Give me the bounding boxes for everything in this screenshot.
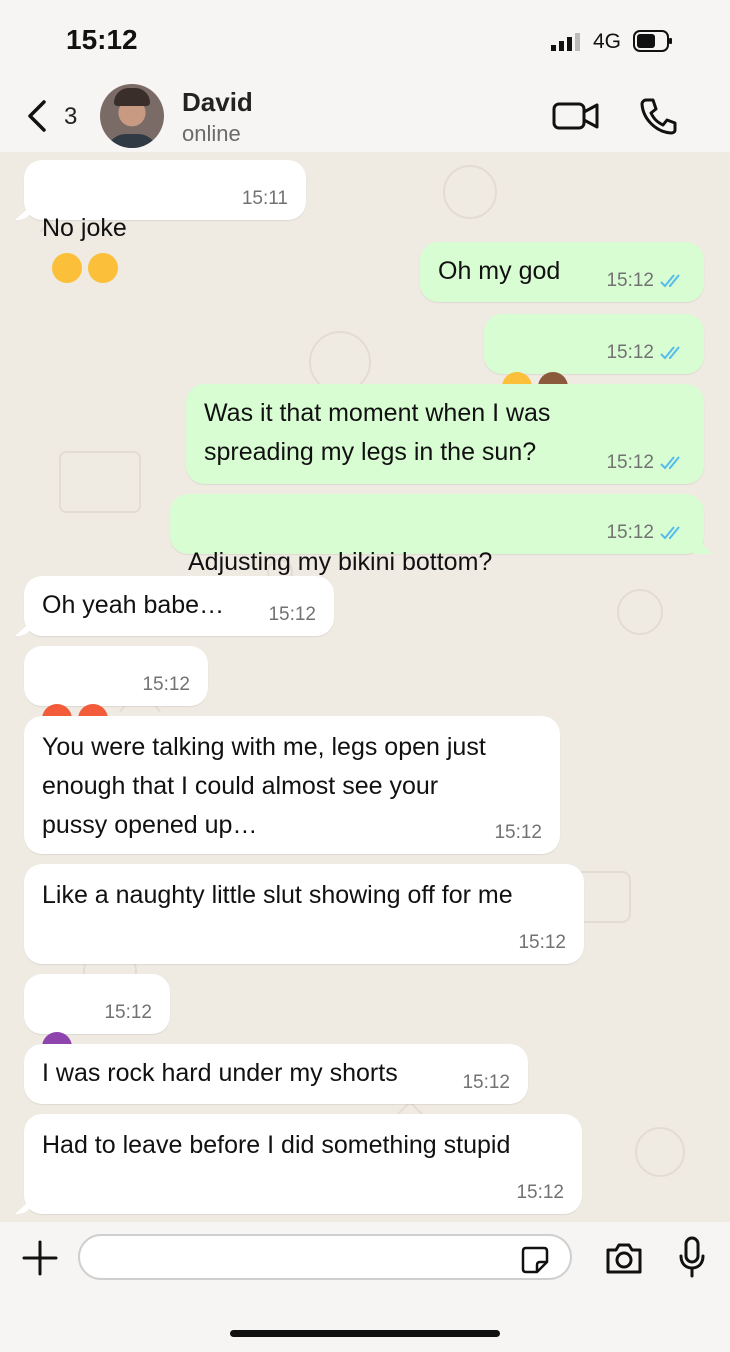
message-time: 15:12 — [268, 604, 316, 625]
message-incoming[interactable]: No joke 15:11 — [24, 160, 306, 284]
message-outgoing[interactable]: Adjusting my bikini bottom? 15:12 — [170, 494, 704, 618]
message-outgoing[interactable]: Was it that moment when I was spreading … — [186, 384, 704, 484]
chat-header: 3 David online — [0, 80, 730, 152]
avatar[interactable] — [100, 84, 164, 148]
zany-face-emoji-icon — [52, 253, 82, 284]
sticker-icon[interactable] — [520, 1245, 550, 1275]
message-outgoing[interactable]: Oh my god 15:12 — [420, 242, 704, 302]
message-incoming[interactable]: Oh yeah babe… 15:12 — [24, 576, 334, 636]
message-time: 15:11 — [241, 188, 288, 209]
message-incoming[interactable]: Like a naughty little slut showing off f… — [24, 864, 584, 964]
message-outgoing[interactable]: 15:12 — [484, 314, 704, 403]
message-input[interactable] — [78, 1234, 572, 1280]
message-time: 15:12 — [516, 1182, 564, 1203]
composer-bar — [0, 1222, 730, 1352]
read-receipt-icon — [660, 526, 680, 540]
message-text: Was it that moment when I was spreading … — [204, 399, 551, 466]
read-receipt-icon — [660, 346, 680, 360]
message-text: Adjusting my bikini bottom? — [188, 548, 493, 576]
message-text: No joke — [42, 214, 127, 242]
message-text: Oh yeah babe… — [42, 591, 225, 619]
message-text: I was rock hard under my shorts — [42, 1059, 398, 1087]
zany-face-emoji-icon — [88, 253, 118, 284]
message-list[interactable]: No joke 15:11 Oh my god 15:12 15:12 Was … — [0, 152, 730, 1222]
read-receipt-icon — [660, 274, 680, 288]
contact-status: online — [182, 121, 241, 146]
message-incoming[interactable]: 15:12 — [24, 646, 208, 735]
message-text: Like a naughty little slut showing off f… — [42, 881, 513, 909]
message-time: 15:12 — [104, 1002, 152, 1023]
back-chevron-icon[interactable] — [22, 98, 52, 134]
battery-icon — [633, 30, 672, 52]
contact-name[interactable]: David — [182, 87, 253, 118]
message-time: 15:12 — [518, 932, 566, 953]
message-time: 15:12 — [462, 1072, 510, 1093]
message-text: Oh my god — [438, 257, 561, 285]
message-incoming[interactable]: 15:12 — [24, 974, 170, 1063]
unread-count[interactable]: 3 — [64, 103, 77, 131]
network-label: 4G — [593, 30, 622, 53]
message-text: You were talking with me, legs open just… — [42, 733, 486, 839]
home-indicator — [230, 1330, 500, 1337]
message-time: 15:12 — [606, 342, 654, 363]
phone-icon[interactable] — [638, 96, 678, 136]
message-time: 15:12 — [142, 674, 190, 695]
message-incoming[interactable]: You were talking with me, legs open just… — [24, 716, 560, 854]
video-call-icon[interactable] — [552, 100, 600, 132]
message-time: 15:12 — [606, 522, 654, 543]
message-time: 15:12 — [606, 270, 654, 291]
read-receipt-icon — [660, 456, 680, 470]
message-text: Had to leave before I did something stup… — [42, 1131, 511, 1159]
message-incoming[interactable]: Had to leave before I did something stup… — [24, 1114, 582, 1214]
message-time: 15:12 — [494, 822, 542, 843]
status-time: 15:12 — [66, 24, 138, 55]
microphone-icon[interactable] — [678, 1236, 706, 1278]
camera-icon[interactable] — [604, 1240, 644, 1276]
plus-icon[interactable] — [22, 1240, 58, 1276]
signal-icon — [551, 33, 580, 51]
status-bar: 15:12 4G — [0, 0, 730, 80]
message-incoming[interactable]: I was rock hard under my shorts 15:12 — [24, 1044, 528, 1104]
message-time: 15:12 — [606, 452, 654, 473]
